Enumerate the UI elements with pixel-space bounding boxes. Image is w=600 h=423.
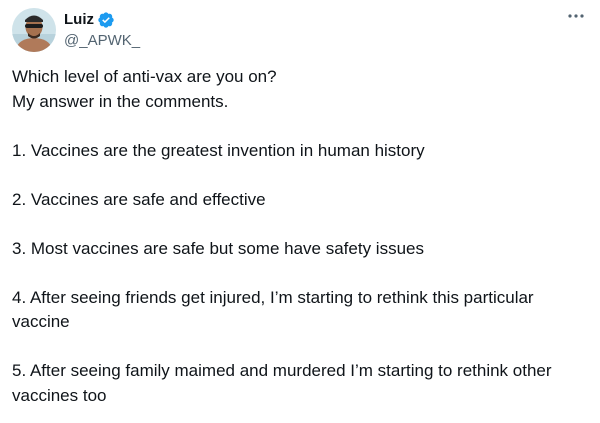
verified-badge-icon [97, 11, 115, 29]
post-text: Which level of anti-vax are you on? My a… [12, 65, 592, 408]
post-list-item: 1. Vaccines are the greatest invention i… [12, 140, 425, 160]
post-list-item: 3. Most vaccines are safe but some have … [12, 238, 424, 258]
avatar-image [12, 8, 56, 52]
post-intro-line: Which level of anti-vax are you on? [12, 67, 277, 86]
author-display-name[interactable]: Luiz [64, 10, 94, 30]
author-name-row: Luiz [64, 10, 115, 30]
post-list-item: 5. After seeing family maimed and murder… [12, 361, 552, 405]
post-list-item: 4. After seeing friends get injured, I’m… [12, 287, 534, 332]
more-options-icon[interactable] [562, 6, 590, 26]
post-list-item: 2. Vaccines are safe and effective [12, 189, 266, 209]
post-intro-line: My answer in the comments. [12, 91, 229, 111]
avatar[interactable] [12, 8, 56, 52]
author-handle[interactable]: @_APWK_ [64, 31, 140, 51]
